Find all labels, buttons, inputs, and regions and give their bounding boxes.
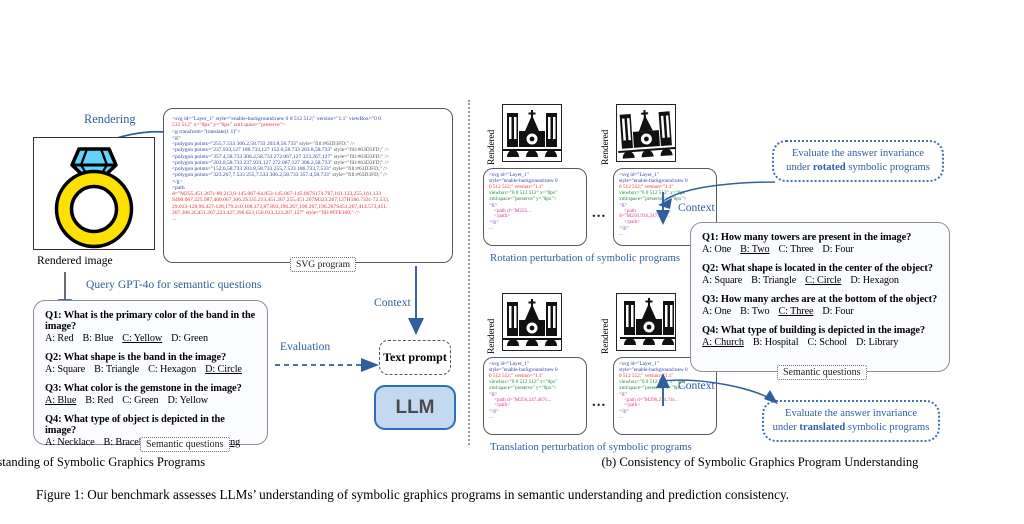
qa-item: Q1: How many towers are present in the i… (702, 232, 938, 255)
answer-options: A: Square B: Triangle C: Hexagon D: Circle (45, 364, 256, 375)
snippet-card-1: <svg id="Layer_1" style="enable-backgrou… (483, 168, 587, 246)
rendered-label-2: Rendered (600, 129, 611, 165)
panel-divider (468, 100, 470, 445)
snippet-card-3: <svg id="Layer_1" style="enable-backgrou… (483, 357, 587, 435)
svg-program-tag: SVG program (290, 257, 357, 272)
option: A: Necklace (45, 437, 95, 448)
answer-options: A: Church B: Hospital C: School D: Library (702, 337, 938, 348)
callout-translated-line2-post: symbolic programs (845, 422, 930, 433)
translation-perturbation-caption: Translation perturbation of symbolic pro… (490, 441, 692, 453)
qa-item: Q1: What is the primary color of the ban… (45, 310, 256, 344)
rendered-ring-image (33, 137, 155, 250)
option: C: Hexagon (148, 364, 197, 375)
callout-rotated-connector-arrow (658, 181, 776, 209)
callout-translated: Evaluate the answer invariance under tra… (762, 400, 940, 442)
option: C: Three (778, 244, 814, 255)
question-text: Q4: What type of object is depicted in t… (45, 414, 225, 436)
question-text: Q1: What is the primary color of the ban… (45, 310, 256, 332)
rendered-label-3: Rendered (486, 318, 497, 354)
question-text: Q4: What type of building is depicted in… (702, 325, 926, 336)
snippet-code-3: <svg id="Layer_1" style="enable-backgrou… (489, 361, 558, 421)
option-correct: C: Yellow (122, 333, 163, 344)
rendered-church-thumb-3 (502, 293, 562, 351)
text-prompt-box: Text prompt (379, 340, 451, 375)
qa-item: Q3: How many arches are at the bottom of… (702, 294, 938, 317)
option: B: Hospital (752, 337, 799, 348)
question-text: Q3: How many arches are at the bottom of… (702, 294, 938, 305)
callout-rotated-line2-pre: under (786, 162, 813, 173)
option: A: One (702, 244, 732, 255)
option: B: Blue (82, 333, 114, 344)
llm-label: LLM (395, 396, 435, 418)
option-correct: A: Blue (45, 395, 77, 406)
option: B: Red (85, 395, 114, 406)
svg-program-card: <svg id="Layer_1" style="enable-backgrou… (163, 108, 453, 263)
text-prompt-label: Text prompt (383, 350, 447, 364)
subcaption-b: (b) Consistency of Symbolic Graphics Pro… (601, 455, 919, 469)
option-correct: C: Circle (805, 275, 842, 286)
answer-options: A: Blue B: Red C: Green D: Yellow (45, 395, 256, 406)
option: C: Green (122, 395, 159, 406)
answer-options: A: One B: Two C: Three D: Four (702, 306, 938, 317)
option: A: Square (45, 364, 86, 375)
semantic-questions-tag-a: Semantic questions (140, 437, 230, 452)
option: B: Triangle (751, 275, 797, 286)
callout-rotated-line1: Evaluate the answer invariance (791, 147, 925, 159)
callout-translated-bold: translated (799, 422, 846, 433)
rendered-church-thumb-1 (502, 104, 562, 162)
option: D: Four (822, 306, 854, 317)
callout-translated-line2-pre: under (772, 422, 800, 433)
option-correct: D: Circle (205, 364, 242, 375)
qa-item: Q3: What color is the gemstone in the im… (45, 383, 256, 406)
option: B: Two (740, 306, 770, 317)
context-arrow-icon-a (408, 266, 424, 335)
semantic-questions-panel-b: Q1: How many towers are present in the i… (690, 222, 950, 372)
option: C: School (807, 337, 848, 348)
callout-rotated-line2-post: symbolic programs (845, 162, 930, 173)
option: D: Library (856, 337, 899, 348)
question-text: Q3: What color is the gemstone in the im… (45, 383, 242, 394)
figure-caption: Figure 1: Our benchmark assesses LLMs’ u… (36, 487, 789, 502)
rendered-church-thumb-2 (616, 104, 677, 162)
rotation-perturbation-caption: Rotation perturbation of symbolic progra… (490, 252, 681, 264)
qa-item: Q2: What shape is located in the center … (702, 263, 938, 286)
evaluation-arrow-icon (275, 358, 379, 372)
rendered-church-thumb-4 (616, 293, 678, 351)
svg-program-code: <svg id="Layer_1" style="enable-backgrou… (172, 116, 390, 223)
question-text: Q2: What shape is the band in the image? (45, 352, 227, 363)
query-gpt4o-label: Query GPT-4o for semantic questions (86, 278, 262, 291)
option: D: Yellow (167, 395, 209, 406)
rendered-label-4: Rendered (600, 318, 611, 354)
option-correct: A: Church (702, 337, 744, 348)
callout-translated-connector-arrow (661, 379, 778, 404)
option: A: One (702, 306, 732, 317)
llm-box: LLM (374, 385, 456, 430)
option-correct: B: Two (740, 244, 770, 255)
option-correct: C: Three (778, 306, 814, 317)
qa-item: Q4: What type of building is depicted in… (702, 325, 938, 348)
qa-item: Q2: What shape is the band in the image?… (45, 352, 256, 375)
semantic-questions-panel-a: Q1: What is the primary color of the ban… (33, 300, 268, 448)
rendered-image-label: Rendered image (37, 254, 113, 267)
option: D: Green (171, 333, 208, 344)
question-text: Q1: How many towers are present in the i… (702, 232, 912, 243)
callout-rotated: Evaluate the answer invariance under rot… (772, 140, 944, 182)
answer-options: A: One B: Two C: Three D: Four (702, 244, 938, 255)
option: D: Hexagon (850, 275, 899, 286)
option: B: Triangle (94, 364, 140, 375)
snippet-code-1: <svg id="Layer_1" style="enable-backgrou… (489, 172, 558, 232)
callout-translated-line1: Evaluate the answer invariance (784, 407, 918, 419)
evaluation-label: Evaluation (280, 340, 331, 353)
option: A: Red (45, 333, 74, 344)
question-text: Q2: What shape is located in the center … (702, 263, 933, 274)
callout-rotated-bold: rotated (812, 162, 846, 173)
answer-options: A: Red B: Blue C: Yellow D: Green (45, 333, 256, 344)
rendered-label-1: Rendered (486, 129, 497, 165)
semantic-questions-tag-b: Semantic questions (777, 365, 867, 380)
ellipsis-translation: ... (592, 394, 607, 410)
option: D: Four (822, 244, 854, 255)
option: A: Square (702, 275, 743, 286)
ellipsis-rotation: ... (592, 205, 607, 221)
answer-options: A: Square B: Triangle C: Circle D: Hexagon (702, 275, 938, 286)
